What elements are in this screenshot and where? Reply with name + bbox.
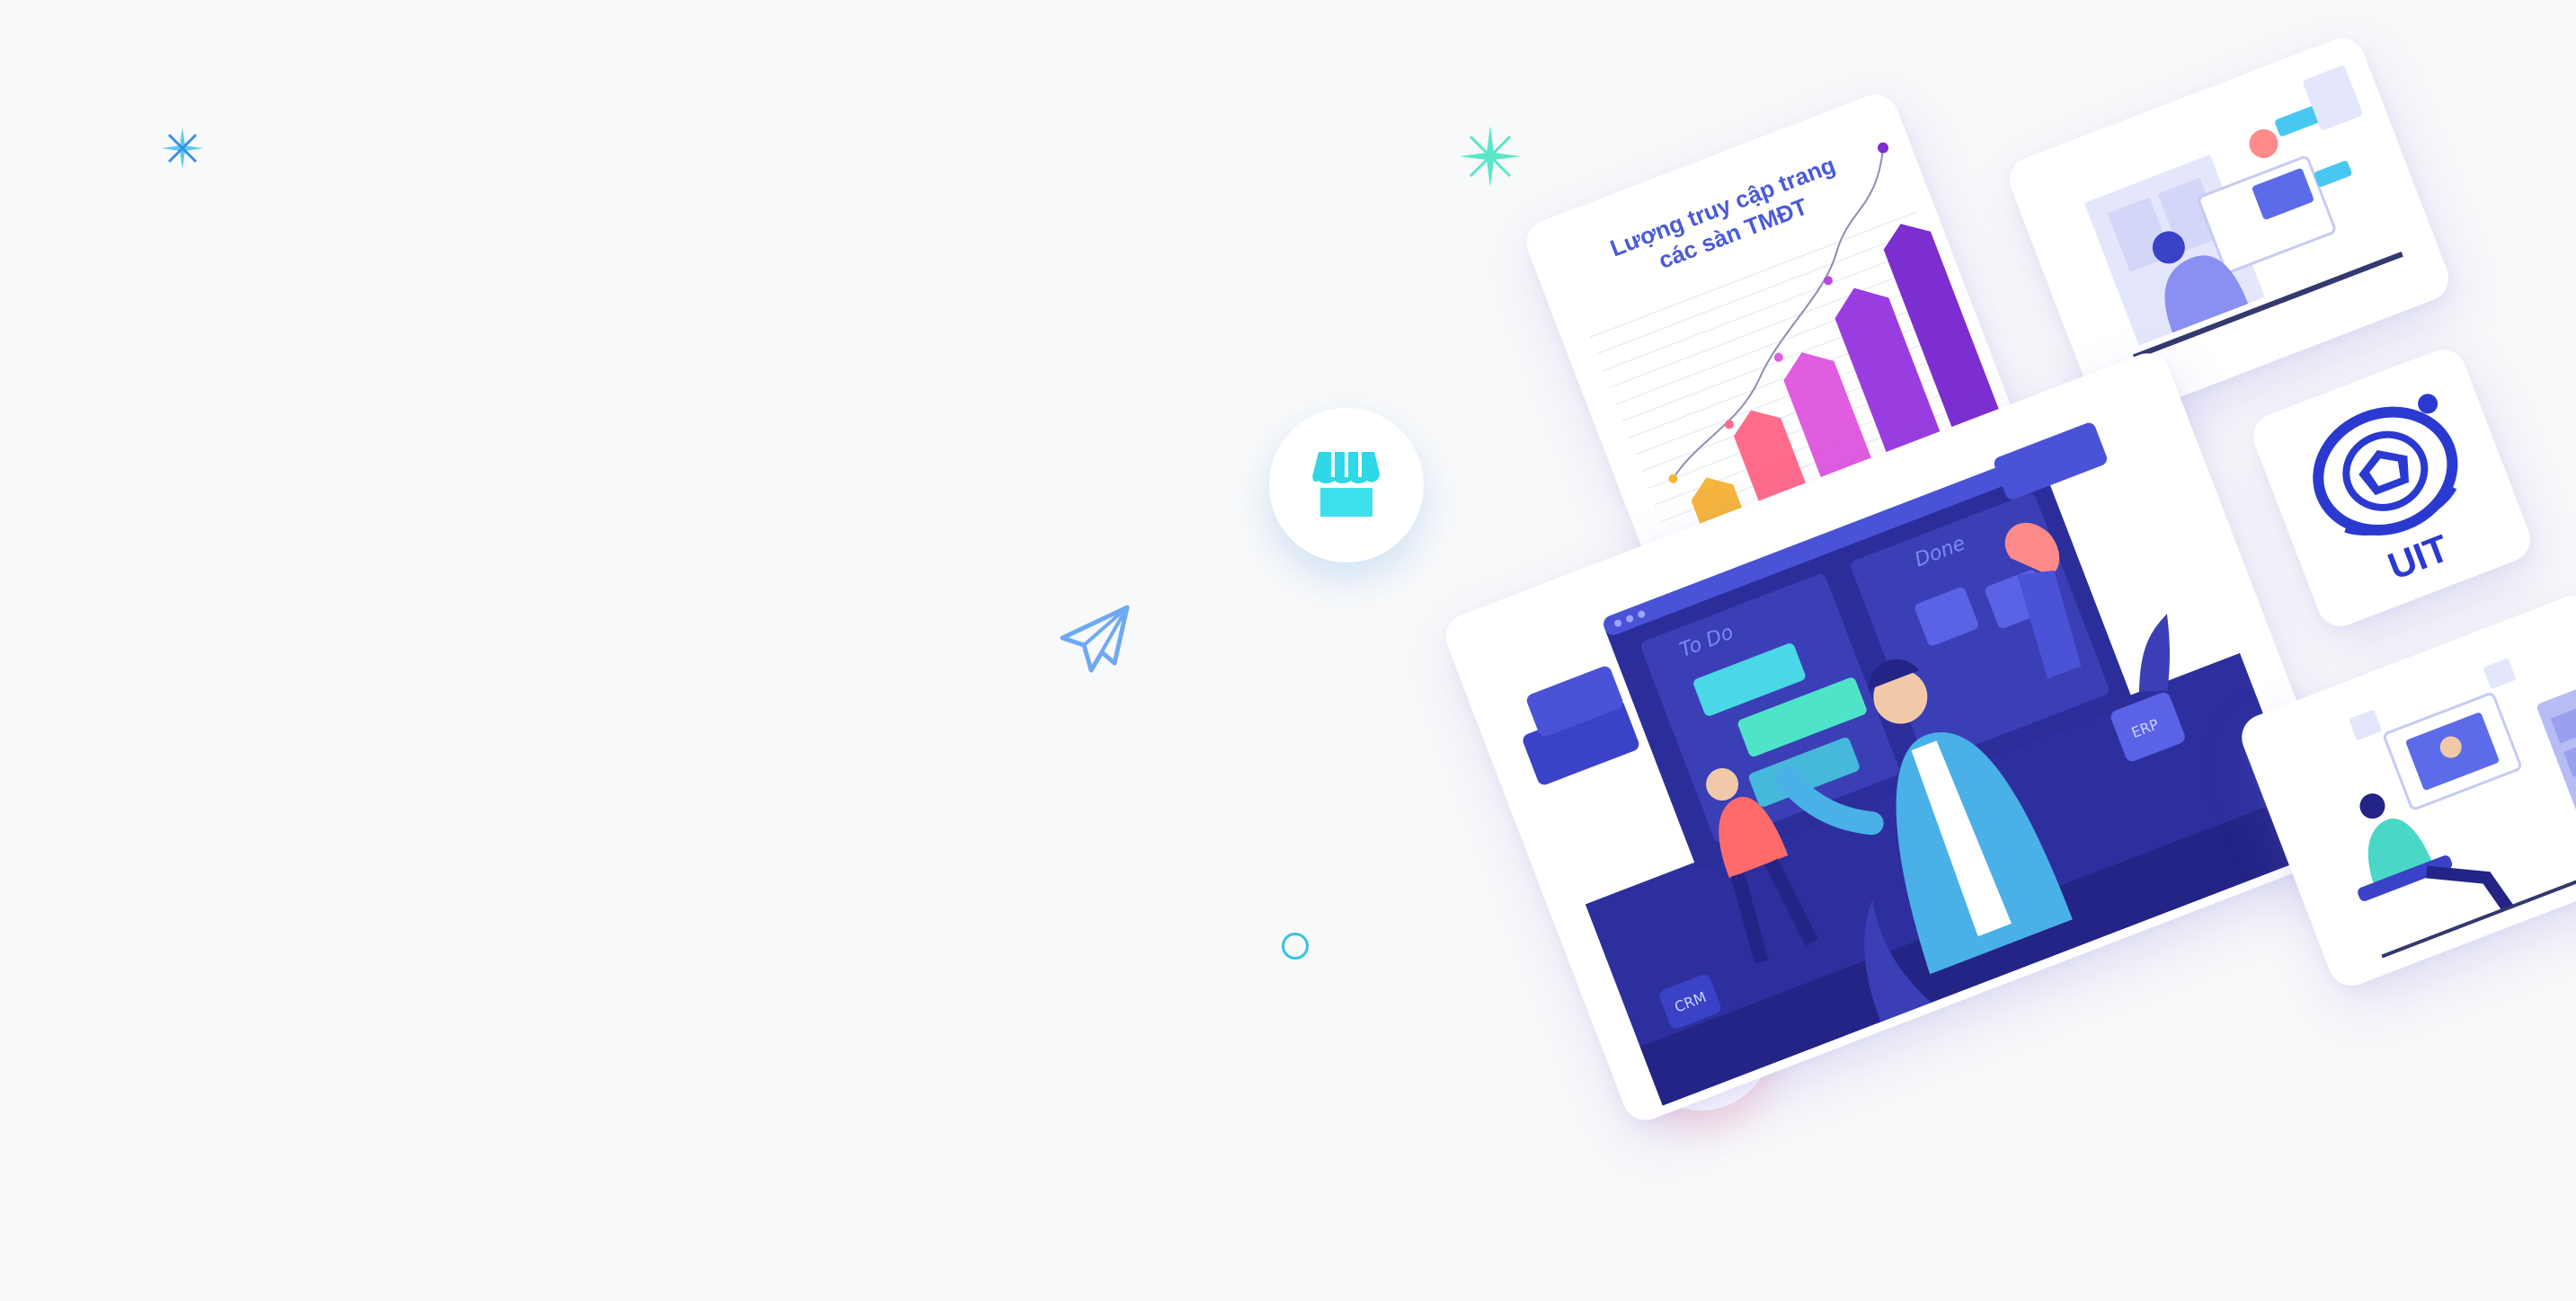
decorative-ring	[1282, 933, 1309, 960]
sparkle-icon	[162, 128, 203, 169]
uit-label: UIT	[2383, 527, 2455, 588]
remote-work-card	[2003, 31, 2456, 427]
team-meeting-illustration	[2349, 659, 2576, 959]
uit-logo-card: UIT	[2246, 342, 2537, 633]
store-icon-badge	[1269, 408, 1424, 562]
paper-plane-icon	[1060, 605, 1130, 673]
team-meeting-card	[2234, 589, 2576, 993]
sparkle-icon	[1460, 126, 1521, 187]
kanban-board-card: To Do Done ERP CRM	[1439, 346, 2354, 1128]
uit-logo: UIT	[2313, 394, 2458, 588]
remote-work-illustration	[2083, 66, 2403, 360]
kanban-board-illustration: To Do Done ERP CRM	[1523, 422, 2318, 1106]
store-icon	[1312, 452, 1380, 517]
